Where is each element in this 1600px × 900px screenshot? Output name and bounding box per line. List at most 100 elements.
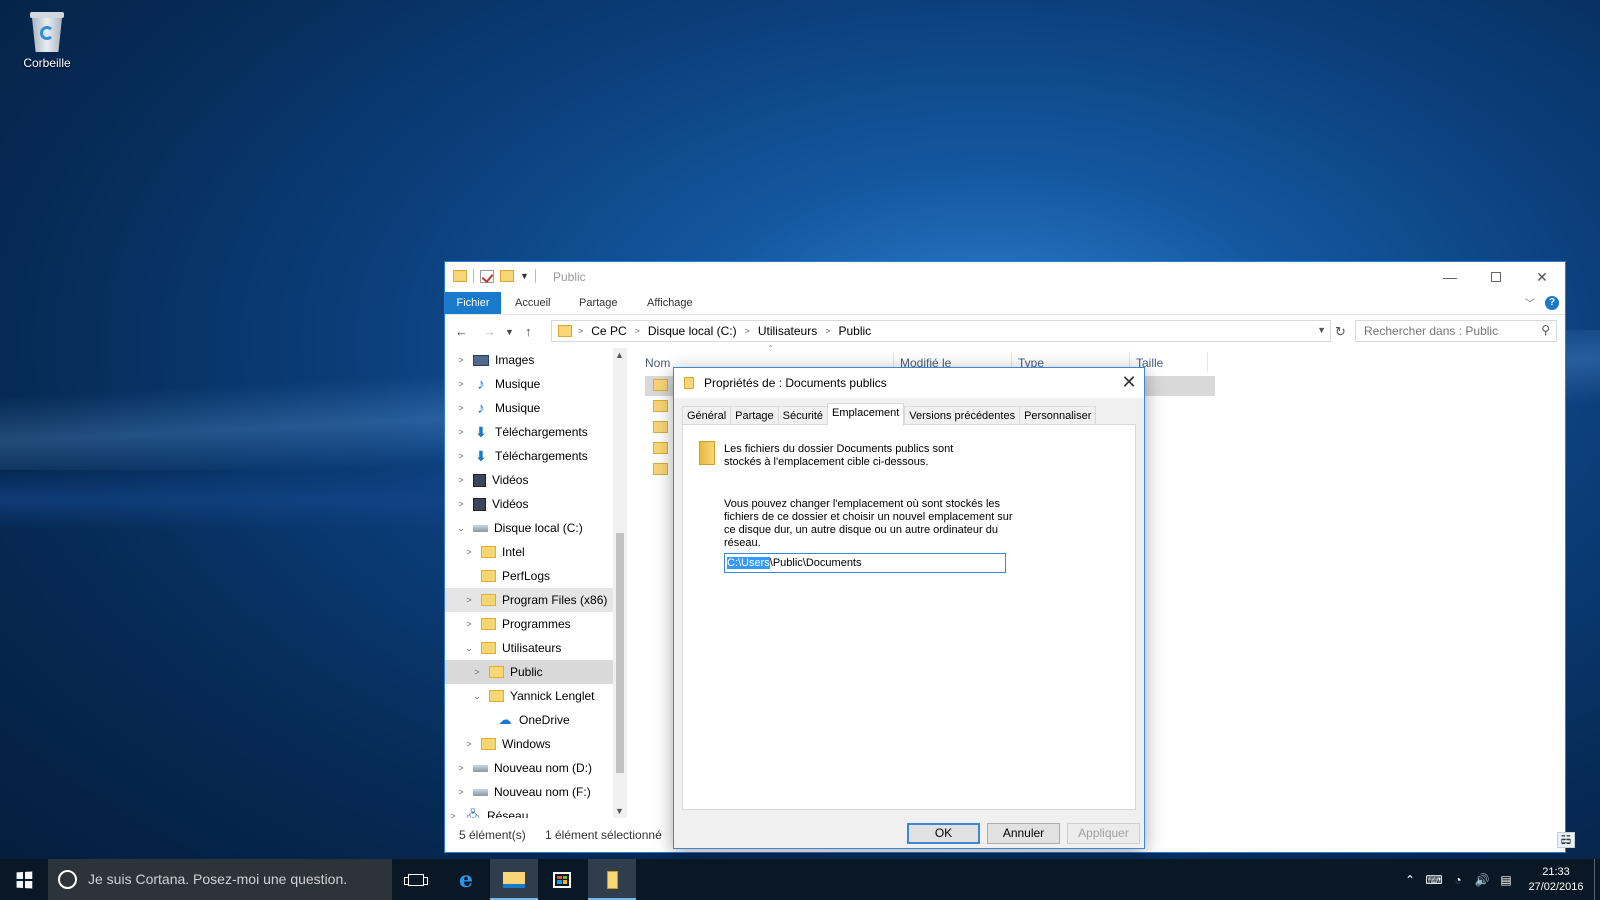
tree-item-windows[interactable]: > Windows — [445, 732, 627, 756]
chevron-right-icon[interactable]: > — [463, 619, 475, 629]
chevron-right-icon[interactable]: > — [463, 595, 475, 605]
tree-item-downloads[interactable]: > ⬇ Téléchargements — [445, 420, 627, 444]
scroll-up-icon[interactable]: ▲ — [615, 350, 624, 360]
breadcrumb-public[interactable]: Public — [838, 324, 871, 338]
chevron-right-icon[interactable]: > — [455, 787, 467, 797]
expand-ribbon-icon[interactable]: ﹀ — [1525, 295, 1535, 310]
dialog-close-button[interactable]: ✕ — [1114, 368, 1144, 398]
tab-location[interactable]: Emplacement — [827, 403, 905, 426]
chevron-down-icon[interactable]: ⌄ — [471, 691, 483, 702]
refresh-icon[interactable]: ↻ — [1335, 324, 1346, 340]
chevron-up-icon[interactable]: ⌃ — [1398, 873, 1422, 887]
chevron-right-icon[interactable]: > — [463, 739, 475, 749]
back-arrow-icon[interactable]: ← — [455, 324, 468, 339]
chevron-right-icon[interactable]: > — [447, 811, 459, 818]
tree-item-drive-f[interactable]: > Nouveau nom (F:) — [445, 780, 627, 804]
maximize-button[interactable] — [1473, 262, 1519, 292]
scroll-down-icon[interactable]: ▼ — [615, 806, 624, 816]
chevron-right-icon[interactable]: > — [825, 326, 830, 336]
tree-item-music[interactable]: > ♪ Musique — [445, 396, 627, 420]
chevron-down-icon[interactable]: ⌄ — [463, 643, 475, 654]
close-button[interactable]: ✕ — [1519, 262, 1565, 292]
start-button[interactable] — [0, 859, 48, 900]
tree-item-images[interactable]: > Images — [445, 348, 627, 372]
chevron-right-icon[interactable]: > — [578, 326, 583, 336]
chevron-right-icon[interactable]: > — [463, 547, 475, 557]
chevron-down-icon[interactable]: ▼ — [520, 271, 529, 281]
tree-item-music[interactable]: > ♪ Musique — [445, 372, 627, 396]
tree-item-public[interactable]: > Public — [445, 660, 627, 684]
chevron-right-icon[interactable]: > — [455, 379, 467, 389]
volume-icon[interactable]: 🔊 — [1470, 873, 1494, 887]
tree-item-program-files-x86[interactable]: > Program Files (x86) — [445, 588, 627, 612]
ok-button[interactable]: OK — [907, 823, 980, 844]
chevron-right-icon[interactable]: > — [455, 475, 467, 485]
tab-file[interactable]: Fichier — [445, 292, 501, 314]
tab-view[interactable]: Affichage — [647, 292, 693, 314]
tree-item-intel[interactable]: > Intel — [445, 540, 627, 564]
chevron-right-icon[interactable]: > — [455, 763, 467, 773]
tree-item-perflogs[interactable]: PerfLogs — [445, 564, 627, 588]
forward-arrow-icon[interactable]: → — [483, 324, 496, 339]
apply-button[interactable]: Appliquer — [1067, 823, 1140, 844]
tree-item-yannick-lenglet[interactable]: ⌄ Yannick Lenglet — [445, 684, 627, 708]
tree-item-utilisateurs[interactable]: ⌄ Utilisateurs — [445, 636, 627, 660]
desktop-recycle-bin[interactable]: Corbeille — [14, 6, 80, 70]
help-icon[interactable]: ? — [1545, 295, 1559, 310]
tab-share[interactable]: Partage — [579, 292, 618, 314]
column-header-name[interactable]: Nom — [645, 356, 670, 370]
task-view-button[interactable] — [392, 859, 440, 900]
search-box[interactable]: ⚲ — [1355, 320, 1557, 342]
chevron-right-icon[interactable]: > — [635, 326, 640, 336]
clock[interactable]: 21:33 27/02/2016 — [1518, 865, 1594, 895]
properties-icon[interactable] — [480, 269, 494, 283]
tab-customize[interactable]: Personnaliser — [1019, 406, 1097, 426]
edge-button[interactable]: e — [442, 859, 490, 900]
tree-item-programmes[interactable]: > Programmes — [445, 612, 627, 636]
tab-security[interactable]: Sécurité — [777, 406, 828, 426]
chevron-right-icon[interactable]: > — [455, 403, 467, 413]
tree-item-downloads[interactable]: > ⬇ Téléchargements — [445, 444, 627, 468]
search-input[interactable] — [1356, 321, 1526, 341]
file-explorer-taskbar-button[interactable] — [490, 859, 538, 900]
chevron-right-icon[interactable]: > — [745, 326, 750, 336]
store-button[interactable] — [538, 859, 586, 900]
new-folder-icon[interactable] — [500, 270, 514, 282]
chevron-right-icon[interactable]: > — [455, 355, 467, 365]
recent-locations-icon[interactable]: ▼ — [505, 327, 514, 337]
tree-item-local-disk[interactable]: ⌄ Disque local (C:) — [445, 516, 627, 540]
dialog-title-bar[interactable]: Propriétés de : Documents publics ✕ — [674, 368, 1144, 398]
chevron-down-icon[interactable]: ⌄ — [455, 523, 467, 534]
notifications-icon[interactable]: ▤ — [1494, 873, 1518, 887]
address-bar[interactable]: > Ce PC > Disque local (C:) > Utilisateu… — [551, 320, 1331, 342]
wifi-icon[interactable]: ◔ — [1446, 873, 1470, 887]
address-dropdown-icon[interactable]: ▼ — [1317, 325, 1326, 335]
breadcrumb-users[interactable]: Utilisateurs — [758, 324, 817, 338]
tree-item-onedrive[interactable]: ☁ OneDrive — [445, 708, 627, 732]
breadcrumb-this-pc[interactable]: Ce PC — [591, 324, 626, 338]
tab-share[interactable]: Partage — [730, 406, 778, 426]
tab-previous-versions[interactable]: Versions précédentes — [904, 406, 1020, 426]
cortana-search-box[interactable]: Je suis Cortana. Posez-moi une question. — [48, 859, 392, 900]
chevron-right-icon[interactable]: > — [455, 451, 467, 461]
chevron-right-icon[interactable]: > — [455, 427, 467, 437]
tree-item-videos[interactable]: > Vidéos — [445, 492, 627, 516]
target-path-field[interactable]: C:\Users\Public\Documents — [724, 553, 1006, 573]
up-arrow-icon[interactable]: ↑ — [525, 324, 532, 339]
minimize-button[interactable]: — — [1427, 262, 1473, 292]
title-bar[interactable]: ▼ Public — ✕ — [445, 262, 1565, 292]
tree-item-drive-d[interactable]: > Nouveau nom (D:) — [445, 756, 627, 780]
large-icons-view-button[interactable]: ▭ — [1557, 832, 1575, 848]
tab-home[interactable]: Accueil — [515, 292, 550, 314]
tab-general[interactable]: Général — [682, 406, 731, 426]
show-desktop-button[interactable] — [1594, 859, 1600, 900]
tree-item-videos[interactable]: > Vidéos — [445, 468, 627, 492]
breadcrumb-local-disk[interactable]: Disque local (C:) — [648, 324, 737, 338]
navigation-scrollbar[interactable]: ▲ ▼ — [613, 348, 627, 818]
chevron-right-icon[interactable]: > — [471, 667, 483, 677]
properties-taskbar-button[interactable] — [588, 859, 636, 900]
cancel-button[interactable]: Annuler — [987, 823, 1060, 844]
keyboard-icon[interactable]: ⌨ — [1422, 873, 1446, 887]
chevron-right-icon[interactable]: > — [455, 499, 467, 509]
tree-item-network[interactable]: > 🖧 Réseau — [445, 804, 627, 819]
